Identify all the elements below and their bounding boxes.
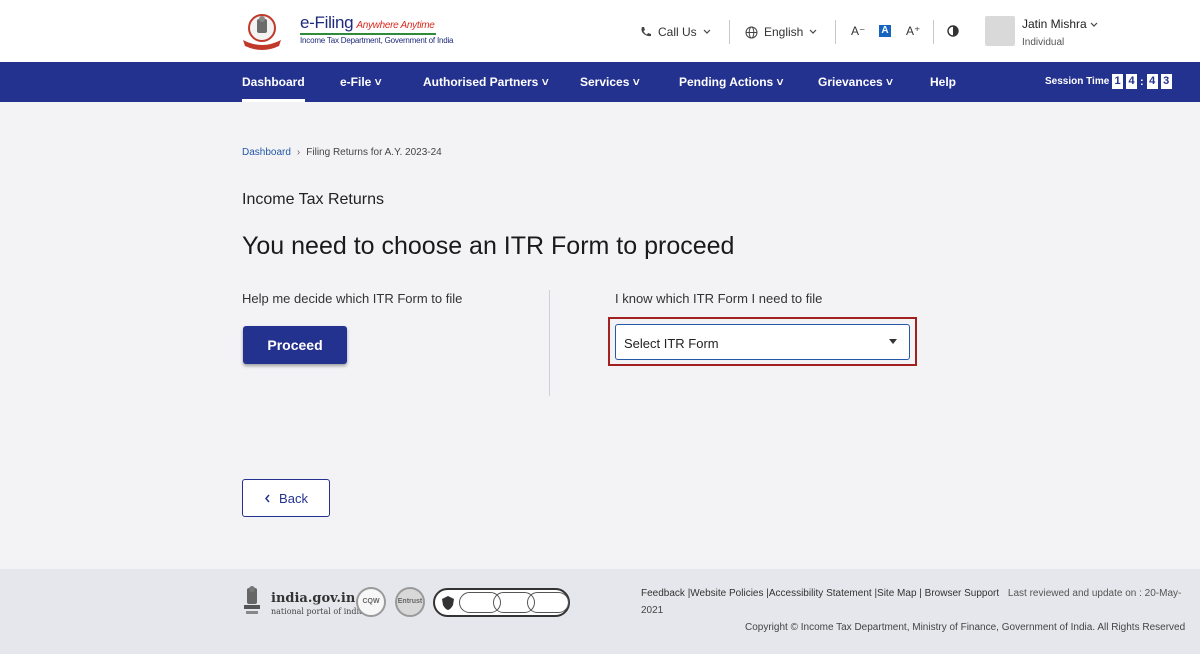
session-digit: 4 [1126,74,1137,89]
font-default-button[interactable]: A [879,25,891,37]
india-gov-subtitle: national portal of india [271,607,364,616]
call-us-label: Call Us [658,25,697,39]
main-nav: Dashboard e-File ˅ Authorised Partners ˅… [0,62,1200,102]
nav-item-grievances[interactable]: Grievances ˅ [818,75,893,89]
chevron-left-icon [265,494,270,502]
session-digit: 4 [1146,74,1158,89]
chevron-down-icon [809,29,817,34]
breadcrumb-dashboard-link[interactable]: Dashboard [242,147,291,158]
language-label: English [764,25,804,39]
nav-item-dashboard[interactable]: Dashboard [242,75,305,102]
font-increase-button[interactable]: A⁺ [906,24,920,38]
itr-form-select-value: Select ITR Form [624,336,719,351]
nav-item-pending-actions[interactable]: Pending Actions ˅ [679,75,784,89]
chevron-down-icon [1090,22,1098,27]
session-colon: : [1140,75,1144,88]
header-divider [835,20,836,44]
india-gov-link[interactable]: india.gov.in [271,591,355,606]
back-button[interactable]: Back [242,479,330,517]
session-digit: 1 [1112,74,1123,89]
national-emblem-icon [244,586,260,614]
brand-subtitle: Income Tax Department, Government of Ind… [300,33,454,45]
efiling-logo[interactable] [240,10,298,50]
back-label: Back [279,490,308,506]
session-timer: 1 4 : 4 3 [1112,74,1172,89]
footer-links-text[interactable]: Feedback |Website Policies |Accessibilit… [641,588,999,599]
phone-icon [641,27,651,37]
globe-icon [745,26,758,38]
column-divider [549,290,550,396]
itr-form-select[interactable]: Select ITR Form [615,324,910,360]
proceed-button[interactable]: Proceed [243,326,347,364]
language-selector[interactable]: English [745,25,817,39]
header-divider [933,20,934,44]
contrast-icon[interactable] [947,25,959,37]
iso-certifications [433,588,570,617]
brand-tagline: Anywhere Anytime [356,20,435,31]
last-reviewed-year: 2021 [641,605,664,616]
nav-item-help[interactable]: Help [930,75,956,89]
nav-item-e-file[interactable]: e-File ˅ [340,75,382,89]
call-us-dropdown[interactable]: Call Us [640,25,711,39]
caret-down-icon [889,339,897,344]
avatar[interactable] [985,16,1015,46]
footer-links[interactable]: Feedback |Website Policies |Accessibilit… [641,588,1181,599]
brand-name: e-Filing Anywhere Anytime [300,13,435,33]
breadcrumb-separator: › [296,147,301,158]
user-name: Jatin Mishra [1022,17,1087,31]
font-decrease-button[interactable]: A⁻ [851,24,865,38]
cqw-badge: CQW [356,587,386,617]
breadcrumb-current: Filing Returns for A.Y. 2023-24 [306,147,442,158]
nav-item-authorised-partners[interactable]: Authorised Partners ˅ [423,75,549,89]
session-digit: 3 [1160,74,1172,89]
brand-name-text: e-Filing [300,13,354,32]
user-menu[interactable]: Jatin Mishra [1022,17,1098,31]
nav-item-services[interactable]: Services ˅ [580,75,640,89]
shield-icon [442,596,454,610]
help-decide-text: Help me decide which ITR Form to file [242,291,463,306]
footer: india.gov.in national portal of india CQ… [0,569,1200,654]
session-time-label: Session Time [1045,76,1110,87]
chevron-down-icon [703,29,711,34]
user-role: Individual [1022,37,1065,48]
copyright: Copyright © Income Tax Department, Minis… [745,622,1186,633]
page-title: You need to choose an ITR Form to procee… [242,232,735,260]
top-header: e-Filing Anywhere Anytime Income Tax Depa… [0,0,1200,62]
section-label: Income Tax Returns [242,191,384,208]
last-reviewed: Last reviewed and update on : 20-May- [1007,588,1182,599]
iso-badge [527,592,569,613]
entrust-badge: Entrust [395,587,425,617]
emblem-icon [243,14,281,50]
header-divider [729,20,730,44]
breadcrumb: Dashboard › Filing Returns for A.Y. 2023… [242,147,442,158]
know-form-text: I know which ITR Form I need to file [615,291,823,306]
